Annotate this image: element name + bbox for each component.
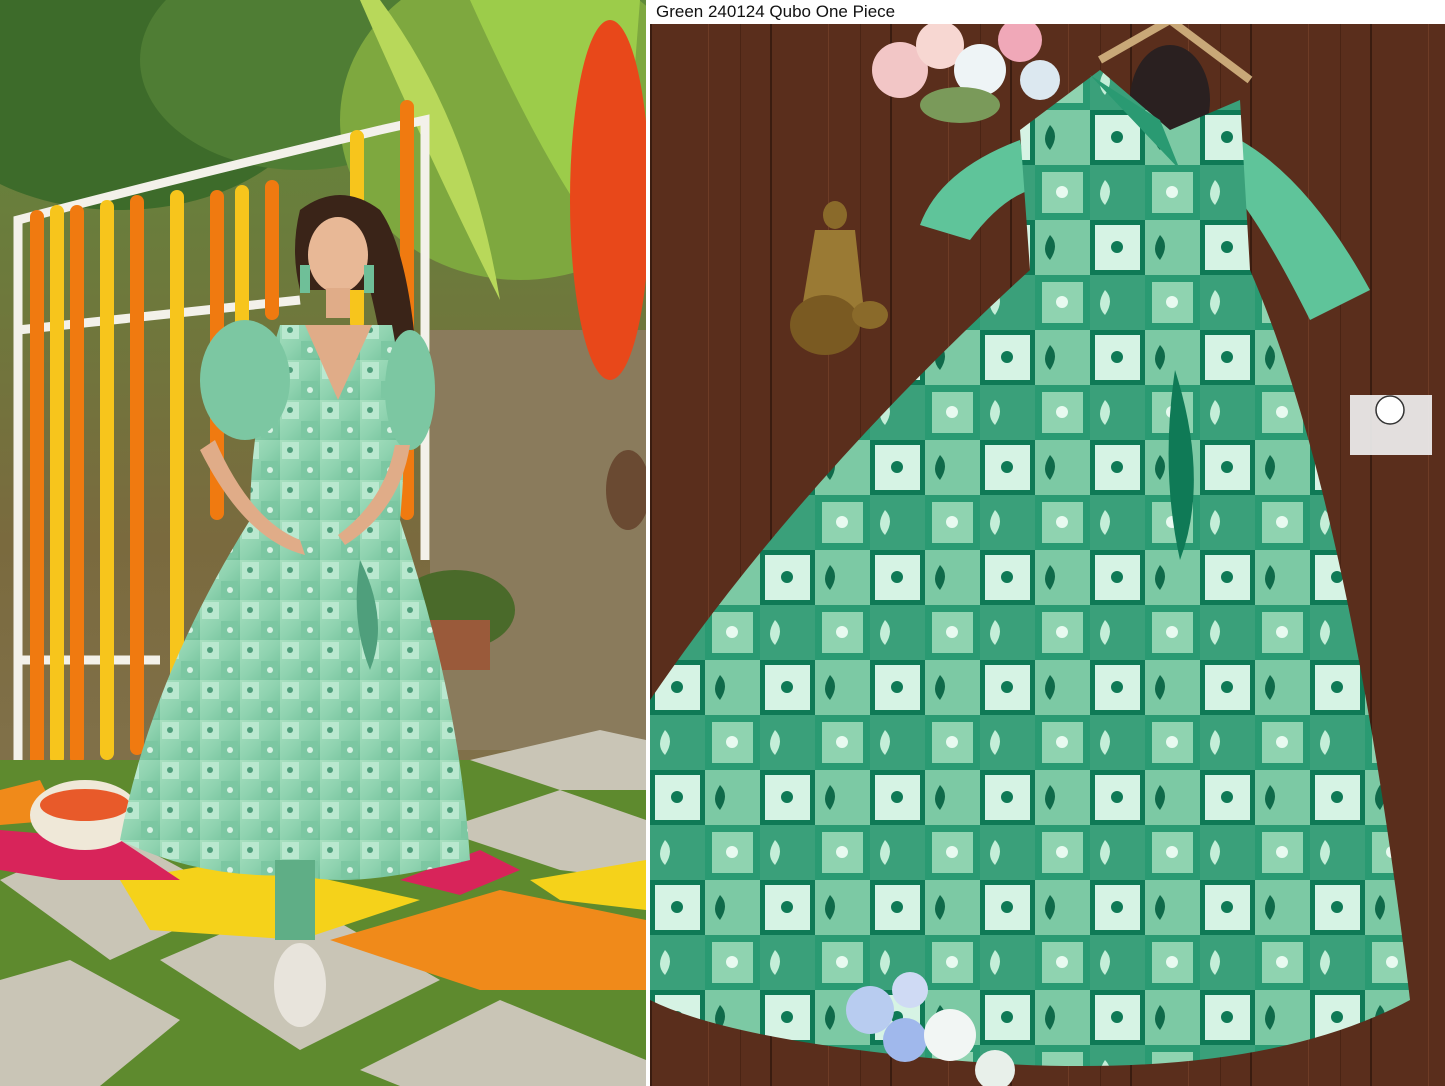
flat-lay-illustration bbox=[650, 0, 1445, 1086]
model-photo-illustration bbox=[0, 0, 646, 1086]
brand-logo-tag bbox=[1350, 395, 1432, 455]
model-photo bbox=[0, 0, 646, 1086]
product-caption: Green 240124 Qubo One Piece bbox=[650, 0, 1445, 24]
flat-lay-photo bbox=[650, 0, 1445, 1086]
